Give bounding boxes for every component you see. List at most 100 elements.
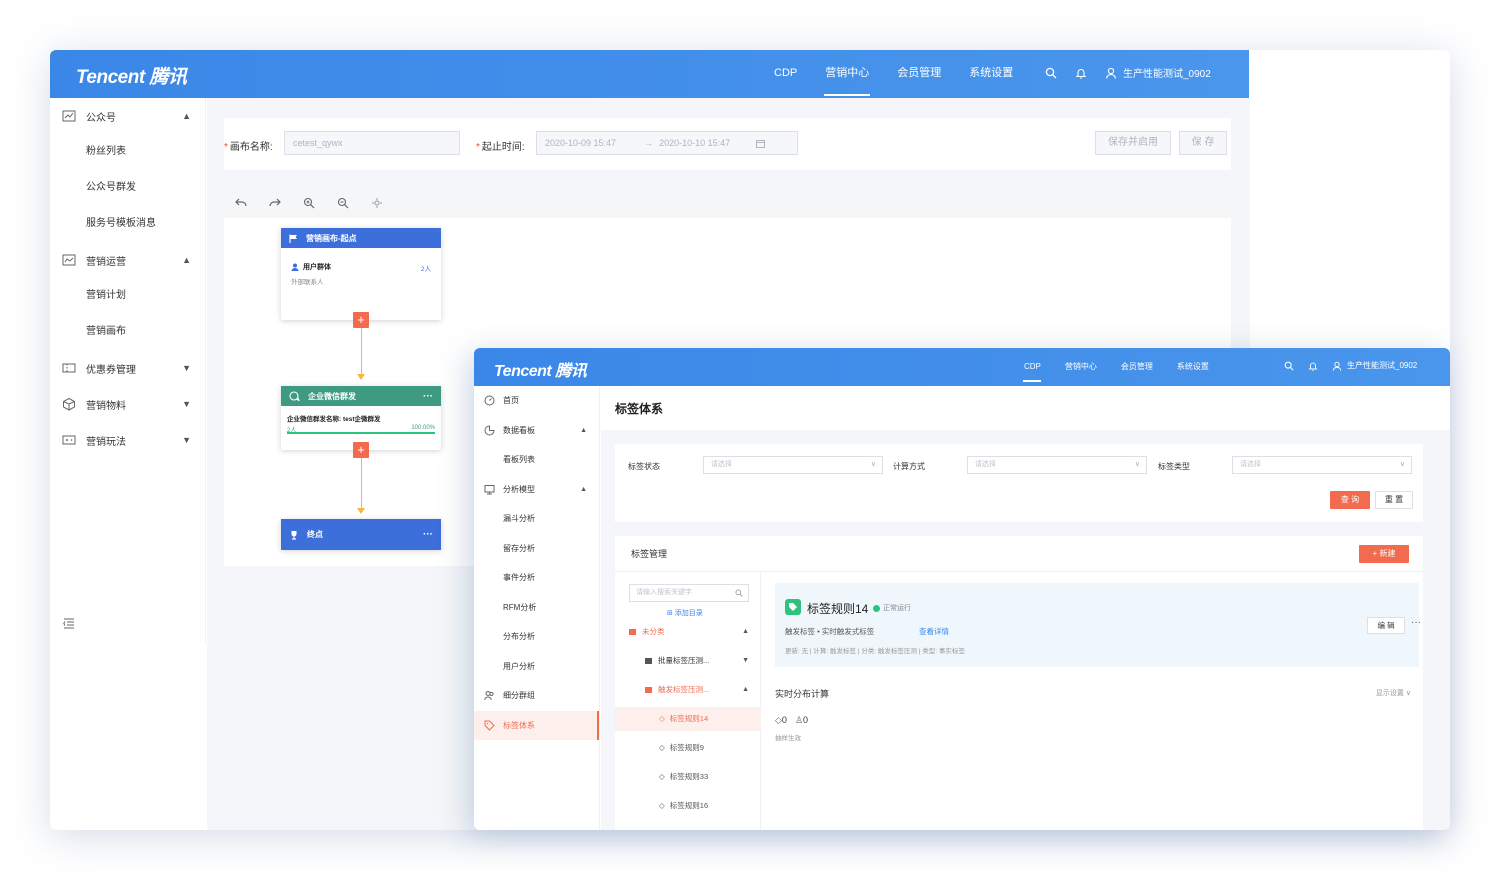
add-node-button[interactable]: + xyxy=(353,312,369,328)
node-header: 营销画布-起点 xyxy=(281,228,441,248)
nav-cdp[interactable]: CDP xyxy=(1012,348,1053,386)
nav-member-management[interactable]: 会员管理 xyxy=(1109,348,1165,386)
tree-item-rule14[interactable]: ◇ 标签规则14 xyxy=(615,707,761,731)
sidebar-group-marketing-ops[interactable]: 营销运营 ▲ xyxy=(50,242,205,278)
tree-item-rule33[interactable]: ◇ 标签规则33 xyxy=(615,765,761,789)
sidebar-item-distribution[interactable]: 分布分析 xyxy=(474,622,599,652)
tree-folder-trigger[interactable]: 触发标签压测... ▲ xyxy=(615,678,761,702)
edit-button[interactable]: 编 辑 xyxy=(1367,617,1405,634)
node-header: 终点 ··· xyxy=(281,519,441,550)
add-node-button[interactable]: + xyxy=(353,442,369,458)
audience-label: 用户群体 xyxy=(303,264,331,271)
reset-button[interactable]: 重 置 xyxy=(1375,491,1413,509)
nav-marketing-center[interactable]: 营销中心 xyxy=(1053,348,1109,386)
audience-count: 2人 xyxy=(420,266,431,273)
search-icon xyxy=(735,589,743,597)
tree-search-input[interactable]: 请输入搜索关键字 xyxy=(629,584,749,602)
search-icon[interactable] xyxy=(1045,67,1057,79)
start-time: 2020-10-09 15:47 xyxy=(545,138,617,148)
bell-icon[interactable] xyxy=(1308,361,1318,371)
flow-node-wecom-mass-send[interactable]: 企业微信群发 ··· 企业微信群发名称: test企微群发 2人 100.00% xyxy=(281,386,441,450)
sidebar-group-coupon[interactable]: 优惠券管理 ▼ xyxy=(50,350,205,386)
end-time: 2020-10-10 15:47 xyxy=(659,138,731,148)
save-and-enable-button[interactable]: 保存并启用 xyxy=(1095,131,1171,155)
top-nav: CDP 营销中心 会员管理 系统设置 xyxy=(760,50,1027,98)
flow-node-end[interactable]: 终点 ··· xyxy=(281,519,441,550)
bell-icon[interactable] xyxy=(1075,67,1087,79)
sidebar-item-funnel[interactable]: 漏斗分析 xyxy=(474,504,599,534)
view-details-link[interactable]: 查看详情 xyxy=(919,626,949,637)
nav-system-settings[interactable]: 系统设置 xyxy=(955,50,1027,98)
sidebar-group-label: 营销运营 xyxy=(86,256,126,268)
flow-node-start[interactable]: 营销画布-起点 用户群体 2人 外部联系人 xyxy=(281,228,441,320)
sidebar-item-user-analysis[interactable]: 用户分析 xyxy=(474,652,599,682)
sidebar-group-materials[interactable]: 营销物料 ▼ xyxy=(50,386,205,422)
chevron-up-icon: ▲ xyxy=(742,628,749,635)
sidebar-item-marketing-plan[interactable]: 营销计划 xyxy=(50,278,205,314)
chevron-up-icon: ▲ xyxy=(182,255,191,265)
zoom-in-icon[interactable] xyxy=(300,194,318,212)
fit-view-icon[interactable] xyxy=(368,194,386,212)
sidebar-item-fans-list[interactable]: 粉丝列表 xyxy=(50,134,205,170)
username: 生产性能测试_0902 xyxy=(1123,69,1211,80)
sidebar-item-tag-system[interactable]: 标签体系 xyxy=(474,710,599,740)
sidebar-item-home[interactable]: 首页 xyxy=(474,386,599,416)
sidebar-group-official-account[interactable]: 公众号 ▲ xyxy=(50,98,205,134)
nav-member-management[interactable]: 会员管理 xyxy=(883,50,955,98)
tree-item-rule9[interactable]: ◇ 标签规则9 xyxy=(615,736,761,760)
display-settings-dropdown[interactable]: 显示设置 ∨ xyxy=(1376,688,1411,698)
sidebar-item-mass-message[interactable]: 公众号群发 xyxy=(50,170,205,206)
sidebar-item-board-list[interactable]: 看板列表 xyxy=(474,445,599,475)
sidebar-item-rfm[interactable]: RFM分析 xyxy=(474,593,599,623)
sidebar-item-event[interactable]: 事件分析 xyxy=(474,563,599,593)
monitor-icon xyxy=(484,484,495,495)
chevron-up-icon: ▲ xyxy=(742,686,749,693)
calc-method-select[interactable]: 请选择 ∨ xyxy=(967,456,1147,474)
query-button[interactable]: 查 询 xyxy=(1330,491,1370,509)
tree-item-rule16[interactable]: ◇ 标签规则16 xyxy=(615,794,761,818)
redo-icon[interactable] xyxy=(266,194,284,212)
filter-label-type: 标签类型 xyxy=(1158,462,1190,471)
user-menu[interactable]: 生产性能测试_0902 xyxy=(1332,360,1417,371)
new-tag-button[interactable]: + 新建 xyxy=(1359,545,1409,563)
save-button[interactable]: 保 存 xyxy=(1179,131,1227,155)
filter-label-status: 标签状态 xyxy=(628,462,660,471)
search-icon[interactable] xyxy=(1284,361,1294,371)
nav-marketing-center[interactable]: 营销中心 xyxy=(811,50,883,98)
flag-icon xyxy=(289,234,297,243)
tag-icon: ◇ xyxy=(659,743,665,752)
node-title: 营销画布-起点 xyxy=(306,233,357,243)
more-icon[interactable]: ··· xyxy=(423,391,433,402)
nav-cdp[interactable]: CDP xyxy=(760,50,811,98)
tag-type-select[interactable]: 请选择 ∨ xyxy=(1232,456,1412,474)
range-arrow-icon: → xyxy=(644,138,654,148)
user-menu[interactable]: 生产性能测试_0902 xyxy=(1105,65,1211,80)
sidebar-group-data-board[interactable]: 数据看板 ▲ xyxy=(474,416,599,446)
zoom-out-icon[interactable] xyxy=(334,194,352,212)
more-icon[interactable]: ··· xyxy=(1411,617,1421,628)
user-icon xyxy=(1105,67,1117,79)
chevron-up-icon: ▲ xyxy=(580,485,587,493)
sidebar-item-marketing-canvas[interactable]: 营销画布 xyxy=(50,314,205,350)
sidebar-group-gameplay[interactable]: 营销玩法 ▼ xyxy=(50,422,205,458)
tree-folder-batch[interactable]: 批量标签压测... ▼ xyxy=(615,649,761,673)
sidebar-item-template-message[interactable]: 服务号模板消息 xyxy=(50,206,205,242)
undo-icon[interactable] xyxy=(232,194,250,212)
user-icon xyxy=(291,263,299,271)
status-select[interactable]: 请选择 ∨ xyxy=(703,456,883,474)
sidebar-item-retention[interactable]: 留存分析 xyxy=(474,534,599,564)
connector-arrow xyxy=(357,508,365,514)
canvas-name-input[interactable]: cetest_qywx xyxy=(284,131,460,155)
canvas-form: * 画布名称: cetest_qywx * 起止时间: 2020-10-09 15:… xyxy=(224,118,1231,170)
chevron-up-icon: ▲ xyxy=(580,426,587,434)
sidebar-item-segments[interactable]: 细分群组 xyxy=(474,681,599,711)
collapse-menu-icon[interactable] xyxy=(62,616,76,630)
tree-folder-uncategorized[interactable]: 未分类 ▲ xyxy=(615,620,761,644)
sidebar-group-analysis-model[interactable]: 分析模型 ▲ xyxy=(474,475,599,505)
time-range-input[interactable]: 2020-10-09 15:47 → 2020-10-10 15:47 xyxy=(536,131,798,155)
more-icon[interactable]: ··· xyxy=(423,529,433,540)
gamepad-icon xyxy=(62,435,76,445)
chevron-down-icon: ∨ xyxy=(870,461,876,468)
add-directory-link[interactable]: ⊞ 添加目录 xyxy=(667,608,703,618)
nav-system-settings[interactable]: 系统设置 xyxy=(1165,348,1221,386)
